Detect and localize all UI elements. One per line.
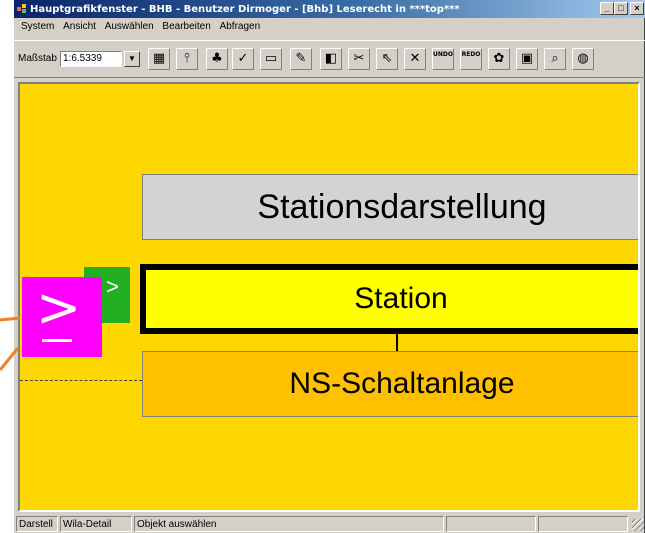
- undo-icon[interactable]: UNDO: [432, 48, 454, 70]
- menu-system[interactable]: System: [18, 18, 57, 36]
- paint-icon[interactable]: ✿: [488, 48, 510, 70]
- main-window: Hauptgrafikfenster - BHB - Benutzer Dirm…: [13, 0, 645, 533]
- resize-grip[interactable]: [632, 519, 644, 531]
- close-window-button[interactable]: ×: [630, 2, 644, 15]
- toolbar: Maßstab 1:6.5339 ▼ ▦ ⫯ ♣ ✓ ▭ ✎ ◧ ✂ ⇖ ✕ U…: [14, 40, 645, 78]
- minimize-button[interactable]: _: [600, 2, 614, 15]
- menu-abfragen[interactable]: Abfragen: [217, 18, 264, 36]
- status-view: Wila-Detail: [60, 516, 132, 532]
- greater-than-glyph: >: [36, 276, 82, 339]
- menu-bar: System Ansicht Auswählen Bearbeiten Abfr…: [14, 18, 645, 36]
- status-field-4: [446, 516, 536, 532]
- maximize-button[interactable]: □: [614, 2, 628, 15]
- map-icon[interactable]: ◧: [320, 48, 342, 70]
- globe-icon[interactable]: ◍: [572, 48, 594, 70]
- scissors-icon[interactable]: ✂: [348, 48, 370, 70]
- status-field-5: [538, 516, 628, 532]
- cursor-icon[interactable]: ⇖: [376, 48, 398, 70]
- title-bar[interactable]: Hauptgrafikfenster - BHB - Benutzer Dirm…: [14, 0, 645, 18]
- layers-icon[interactable]: ▦: [148, 48, 170, 70]
- app-icon: [17, 4, 26, 13]
- status-message: Objekt auswählen: [134, 516, 444, 532]
- search-icon[interactable]: ⌕: [544, 48, 566, 70]
- ns-schaltanlage-box[interactable]: NS-Schaltanlage: [142, 351, 638, 417]
- check-icon[interactable]: ✓: [232, 48, 254, 70]
- menu-bearbeiten[interactable]: Bearbeiten: [159, 18, 213, 36]
- menu-ansicht[interactable]: Ansicht: [60, 18, 99, 36]
- connector-line: [396, 334, 398, 352]
- drawing-canvas[interactable]: Stationsdarstellung Station NS-Schaltanl…: [18, 82, 640, 512]
- station-box[interactable]: Station: [140, 264, 638, 334]
- dashed-connection: [20, 380, 142, 381]
- palette-icon[interactable]: ✎: [290, 48, 312, 70]
- redo-icon[interactable]: REDO: [460, 48, 482, 70]
- window-title: Hauptgrafikfenster - BHB - Benutzer Dirm…: [30, 4, 460, 15]
- stationsdarstellung-box[interactable]: Stationsdarstellung: [142, 174, 638, 240]
- pin-icon[interactable]: ⫯: [176, 48, 198, 70]
- close-icon[interactable]: ✕: [404, 48, 426, 70]
- greater-than-sign: >: [22, 277, 102, 357]
- chevron-down-icon[interactable]: ▼: [124, 51, 140, 67]
- grid-icon[interactable]: ▣: [516, 48, 538, 70]
- tree-icon[interactable]: ♣: [206, 48, 228, 70]
- scale-label: Maßstab: [18, 53, 57, 64]
- sign-underline: [42, 339, 72, 342]
- status-mode: Darstell: [16, 516, 58, 532]
- monitor-icon[interactable]: ▭: [260, 48, 282, 70]
- menu-auswaehlen[interactable]: Auswählen: [102, 18, 157, 36]
- status-bar: Darstell Wila-Detail Objekt auswählen: [14, 514, 645, 533]
- scale-select[interactable]: 1:6.5339: [60, 51, 122, 67]
